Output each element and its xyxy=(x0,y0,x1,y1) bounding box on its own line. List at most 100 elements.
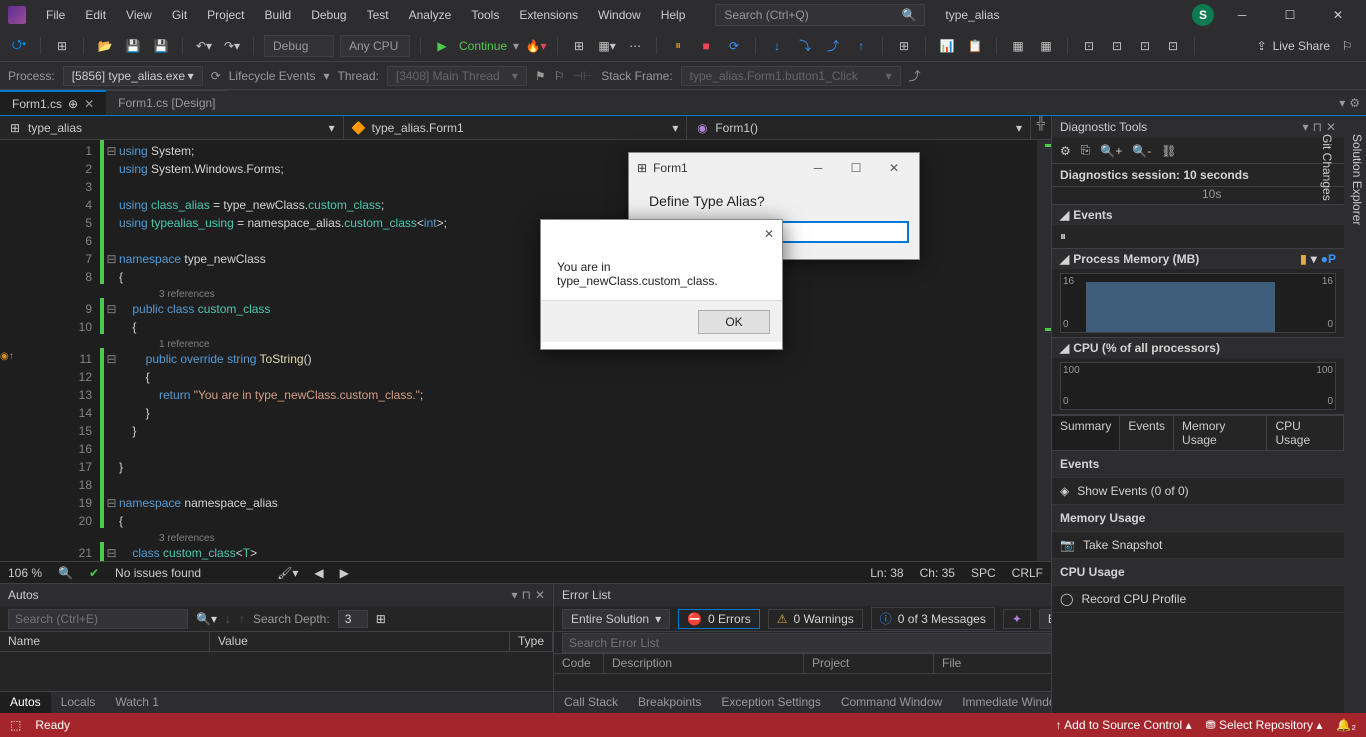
ok-button[interactable]: OK xyxy=(698,310,770,334)
chevron-down-icon[interactable]: ▾ xyxy=(1339,96,1345,110)
errors-pill[interactable]: ⛔0 Errors xyxy=(678,609,760,629)
step-over-icon[interactable]: ⤴ xyxy=(822,35,844,57)
memory-chart[interactable]: 16 16 0 0 xyxy=(1060,273,1336,333)
minimize-button[interactable]: ─ xyxy=(1222,0,1262,30)
zoom-level[interactable]: 106 % xyxy=(8,566,42,580)
menu-window[interactable]: Window xyxy=(588,2,651,28)
nav-back-icon[interactable]: ⭯▾ xyxy=(8,35,30,57)
tab-form1-design[interactable]: Form1.cs [Design] xyxy=(106,90,227,115)
item-command-window[interactable]: Command Window xyxy=(831,692,952,713)
pause-icon[interactable]: ⏸ xyxy=(667,35,689,57)
lifecycle-icon[interactable]: ⟳ xyxy=(211,69,221,83)
search-box[interactable]: Search (Ctrl+Q) 🔍 xyxy=(715,4,925,26)
char-col[interactable]: Ch: 35 xyxy=(920,566,955,580)
process-combo[interactable]: [5856] type_alias.exe▾ xyxy=(63,66,203,86)
item-summary[interactable]: Summary xyxy=(1052,416,1120,450)
gear-icon[interactable]: ⚙ xyxy=(1349,96,1360,110)
indent-mode[interactable]: SPC xyxy=(971,566,996,580)
menu-debug[interactable]: Debug xyxy=(301,2,356,28)
brush-icon[interactable]: 🖌▾ xyxy=(277,566,298,580)
open-icon[interactable]: 📂 xyxy=(94,35,116,57)
item-file[interactable]: File xyxy=(934,654,1064,673)
item-watch-1[interactable]: Watch 1 xyxy=(105,692,169,713)
item-code[interactable]: Code xyxy=(554,654,604,673)
tool-icon[interactable]: ⎘ xyxy=(1081,143,1091,158)
tool-icon[interactable]: ⤴ xyxy=(909,67,921,84)
menu-project[interactable]: Project xyxy=(197,2,254,28)
menu-analyze[interactable]: Analyze xyxy=(399,2,462,28)
step-out-icon[interactable]: ↑ xyxy=(850,35,872,57)
avatar[interactable]: S xyxy=(1192,4,1214,26)
timeline[interactable]: 10s xyxy=(1052,187,1344,205)
arrow-up-icon[interactable]: ↑ xyxy=(239,612,245,626)
continue-label[interactable]: Continue xyxy=(459,39,507,53)
hot-reload-icon[interactable]: 🔥▾ xyxy=(525,35,547,57)
tool-icon[interactable]: ⊡ xyxy=(1078,35,1100,57)
thread-icon[interactable]: ⚐ xyxy=(554,69,565,83)
menu-git[interactable]: Git xyxy=(162,2,197,28)
tool-icon[interactable]: ⋯ xyxy=(624,35,646,57)
tool-icon[interactable]: ▦▾ xyxy=(596,35,618,57)
item-project[interactable]: Project xyxy=(804,654,934,673)
menu-extensions[interactable]: Extensions xyxy=(509,2,588,28)
maximize-button[interactable]: ☐ xyxy=(839,161,873,175)
nav-namespace[interactable]: ⊞type_alias▾ xyxy=(0,116,344,139)
menu-test[interactable]: Test xyxy=(357,2,399,28)
tool-icon[interactable]: ⊞ xyxy=(568,35,590,57)
item-locals[interactable]: Locals xyxy=(51,692,106,713)
config-combo[interactable]: Debug xyxy=(264,35,334,57)
item-exception-settings[interactable]: Exception Settings xyxy=(711,692,830,713)
redo-icon[interactable]: ↷▾ xyxy=(221,35,243,57)
nav-class[interactable]: 🔶type_alias.Form1▾ xyxy=(344,116,688,139)
step-icon[interactable]: ↓ xyxy=(766,35,788,57)
menu-file[interactable]: File xyxy=(36,2,75,28)
close-icon[interactable]: ✕ xyxy=(764,227,774,241)
pin-icon[interactable]: ⊓ xyxy=(522,588,531,602)
thread-icon[interactable]: ⚑ xyxy=(535,69,546,83)
filter-icon-pill[interactable]: ✦ xyxy=(1003,609,1031,629)
item-breakpoints[interactable]: Breakpoints xyxy=(628,692,711,713)
messages-pill[interactable]: ⓘ0 of 3 Messages xyxy=(871,607,995,630)
nav-right-icon[interactable]: ▶ xyxy=(340,566,349,580)
tool-icon[interactable]: ⊡ xyxy=(1106,35,1128,57)
tool-icon[interactable]: 📊 xyxy=(936,35,958,57)
warnings-pill[interactable]: ⚠0 Warnings xyxy=(768,609,863,629)
issues-label[interactable]: No issues found xyxy=(115,566,201,580)
menu-help[interactable]: Help xyxy=(651,2,696,28)
split-icon[interactable]: ╬ xyxy=(1031,116,1051,139)
maximize-button[interactable]: ☐ xyxy=(1270,0,1310,30)
stackframe-combo[interactable]: type_alias.Form1.button1_Click▾ xyxy=(681,66,901,86)
line-col[interactable]: Ln: 38 xyxy=(870,566,903,580)
undo-icon[interactable]: ↶▾ xyxy=(193,35,215,57)
minimize-button[interactable]: ─ xyxy=(801,161,835,175)
admin-icon[interactable]: ⚐ xyxy=(1336,35,1358,57)
zoom-icon[interactable]: 🔍 xyxy=(58,566,73,580)
dropdown-icon[interactable]: ▾ xyxy=(1303,120,1309,134)
step-into-icon[interactable]: ⤵ xyxy=(794,35,816,57)
repo-button[interactable]: ⛃ Select Repository ▴ xyxy=(1206,718,1323,732)
search-icon[interactable]: 🔍▾ xyxy=(196,612,217,626)
git-changes-tab[interactable]: Git Changes xyxy=(1318,126,1336,713)
menu-build[interactable]: Build xyxy=(255,2,302,28)
item-value[interactable]: Value xyxy=(210,632,510,651)
item-call-stack[interactable]: Call Stack xyxy=(554,692,628,713)
record-cpu-row[interactable]: ◯Record CPU Profile xyxy=(1052,586,1344,613)
scroll-map[interactable] xyxy=(1037,140,1051,561)
tool-icon[interactable]: ▦ xyxy=(1007,35,1029,57)
lifecycle-label[interactable]: Lifecycle Events xyxy=(229,69,316,83)
cpu-chart[interactable]: 100 100 0 0 xyxy=(1060,362,1336,410)
item-type[interactable]: Type xyxy=(510,632,553,651)
stop-icon[interactable]: ■ xyxy=(695,35,717,57)
autos-search-input[interactable] xyxy=(8,609,188,629)
pin-icon[interactable]: ⊕ xyxy=(68,97,78,111)
tool-icon[interactable]: ⊡ xyxy=(1162,35,1184,57)
tab-form1-cs[interactable]: Form1.cs ⊕ ✕ xyxy=(0,90,106,115)
close-icon[interactable]: ✕ xyxy=(535,588,545,602)
take-snapshot-row[interactable]: 📷Take Snapshot xyxy=(1052,532,1344,559)
close-button[interactable]: ✕ xyxy=(1318,0,1358,30)
nav-member[interactable]: ◉Form1()▾ xyxy=(687,116,1031,139)
menu-tools[interactable]: Tools xyxy=(461,2,509,28)
show-events-row[interactable]: ◈Show Events (0 of 0) xyxy=(1052,478,1344,505)
continue-icon[interactable]: ▶ xyxy=(431,35,453,57)
item-autos[interactable]: Autos xyxy=(0,692,51,713)
